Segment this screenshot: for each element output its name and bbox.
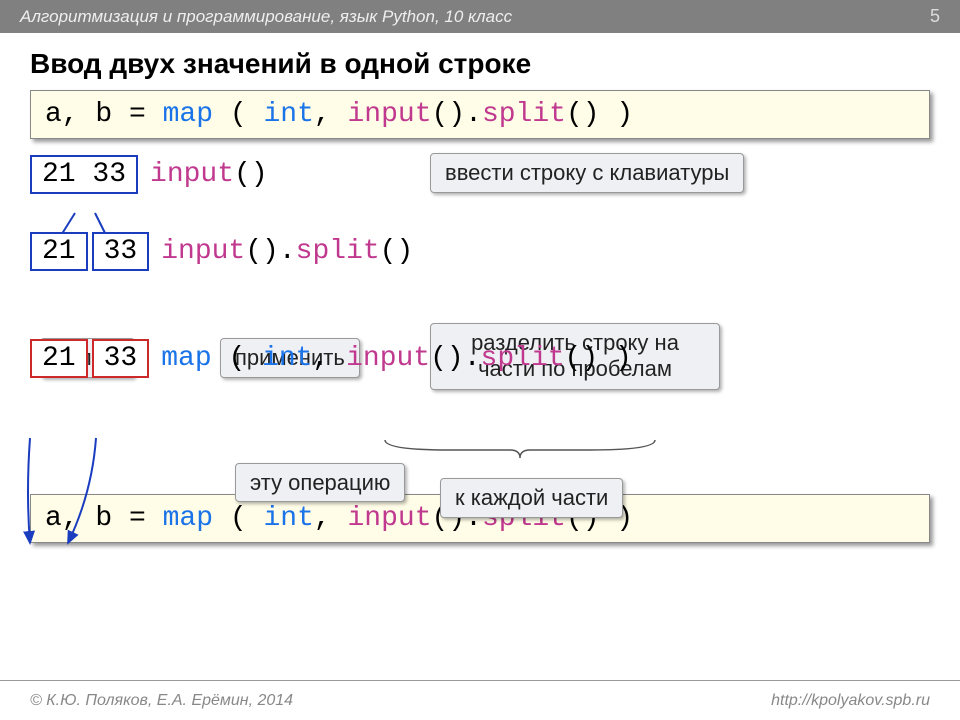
callout-each-part: к каждой части <box>440 478 623 518</box>
kw-split: split <box>296 236 380 267</box>
code-inline: input() <box>150 159 268 190</box>
code-text: () ) <box>565 343 632 374</box>
code-block-top: a, b = map ( int, input().split() ) <box>30 90 930 139</box>
step-row-1: 21 33 input() ввести строку с клавиатуры <box>30 153 930 195</box>
kw-input: input <box>346 343 430 374</box>
code-text: ( <box>213 503 263 534</box>
kw-int: int <box>263 99 313 130</box>
code-text: a, b = <box>45 503 163 534</box>
kw-int: int <box>262 343 312 374</box>
step-row-3: 21 33 map ( int, input().split() ) <box>30 337 930 379</box>
kw-int: int <box>263 503 313 534</box>
code-text: (). <box>432 99 482 130</box>
callout-input: ввести строку с клавиатуры <box>430 153 744 193</box>
kw-map: map <box>163 99 213 130</box>
code-text: (). <box>430 343 480 374</box>
kw-input: input <box>348 99 432 130</box>
kw-input: input <box>161 236 245 267</box>
callout-operation: эту операцию <box>235 463 405 502</box>
int-box-2: 33 <box>92 339 150 378</box>
split-box-1: 21 <box>30 232 88 271</box>
split-box-2: 33 <box>92 232 150 271</box>
code-text: () <box>380 236 414 267</box>
kw-split: split <box>481 343 565 374</box>
code-text: ( <box>212 343 262 374</box>
code-text: (). <box>245 236 295 267</box>
copyright-text: © К.Ю. Поляков, Е.А. Ерёмин, 2014 <box>30 692 293 710</box>
code-inline: map ( int, input().split() ) <box>161 343 632 374</box>
slide-header: Алгоритмизация и программирование, язык … <box>0 0 960 33</box>
subject-text: Алгоритмизация и программирование, язык … <box>20 7 512 27</box>
slide-content: Ввод двух значений в одной строке a, b =… <box>0 33 960 543</box>
code-text: () ) <box>566 99 633 130</box>
code-inline: input().split() <box>161 236 413 267</box>
kw-map: map <box>161 343 211 374</box>
code-text: , <box>314 99 348 130</box>
footer-url: http://kpolyakov.spb.ru <box>771 692 930 710</box>
code-text: a, b = <box>45 99 163 130</box>
kw-split: split <box>482 99 566 130</box>
int-box-1: 21 <box>30 339 88 378</box>
kw-map: map <box>163 503 213 534</box>
page-number: 5 <box>930 6 940 27</box>
callout-text: эту операцию <box>250 470 390 495</box>
kw-input: input <box>348 503 432 534</box>
input-box-combined: 21 33 <box>30 155 138 194</box>
brace-icon <box>380 438 660 463</box>
step-row-2: 21 33 input().split() <box>30 230 930 272</box>
code-text: , <box>312 343 346 374</box>
slide-title: Ввод двух значений в одной строке <box>30 48 930 80</box>
kw-input: input <box>150 159 234 190</box>
code-text: ( <box>213 99 263 130</box>
code-text: , <box>314 503 348 534</box>
slide-footer: © К.Ю. Поляков, Е.А. Ерёмин, 2014 http:/… <box>0 680 960 720</box>
code-text: () <box>234 159 268 190</box>
